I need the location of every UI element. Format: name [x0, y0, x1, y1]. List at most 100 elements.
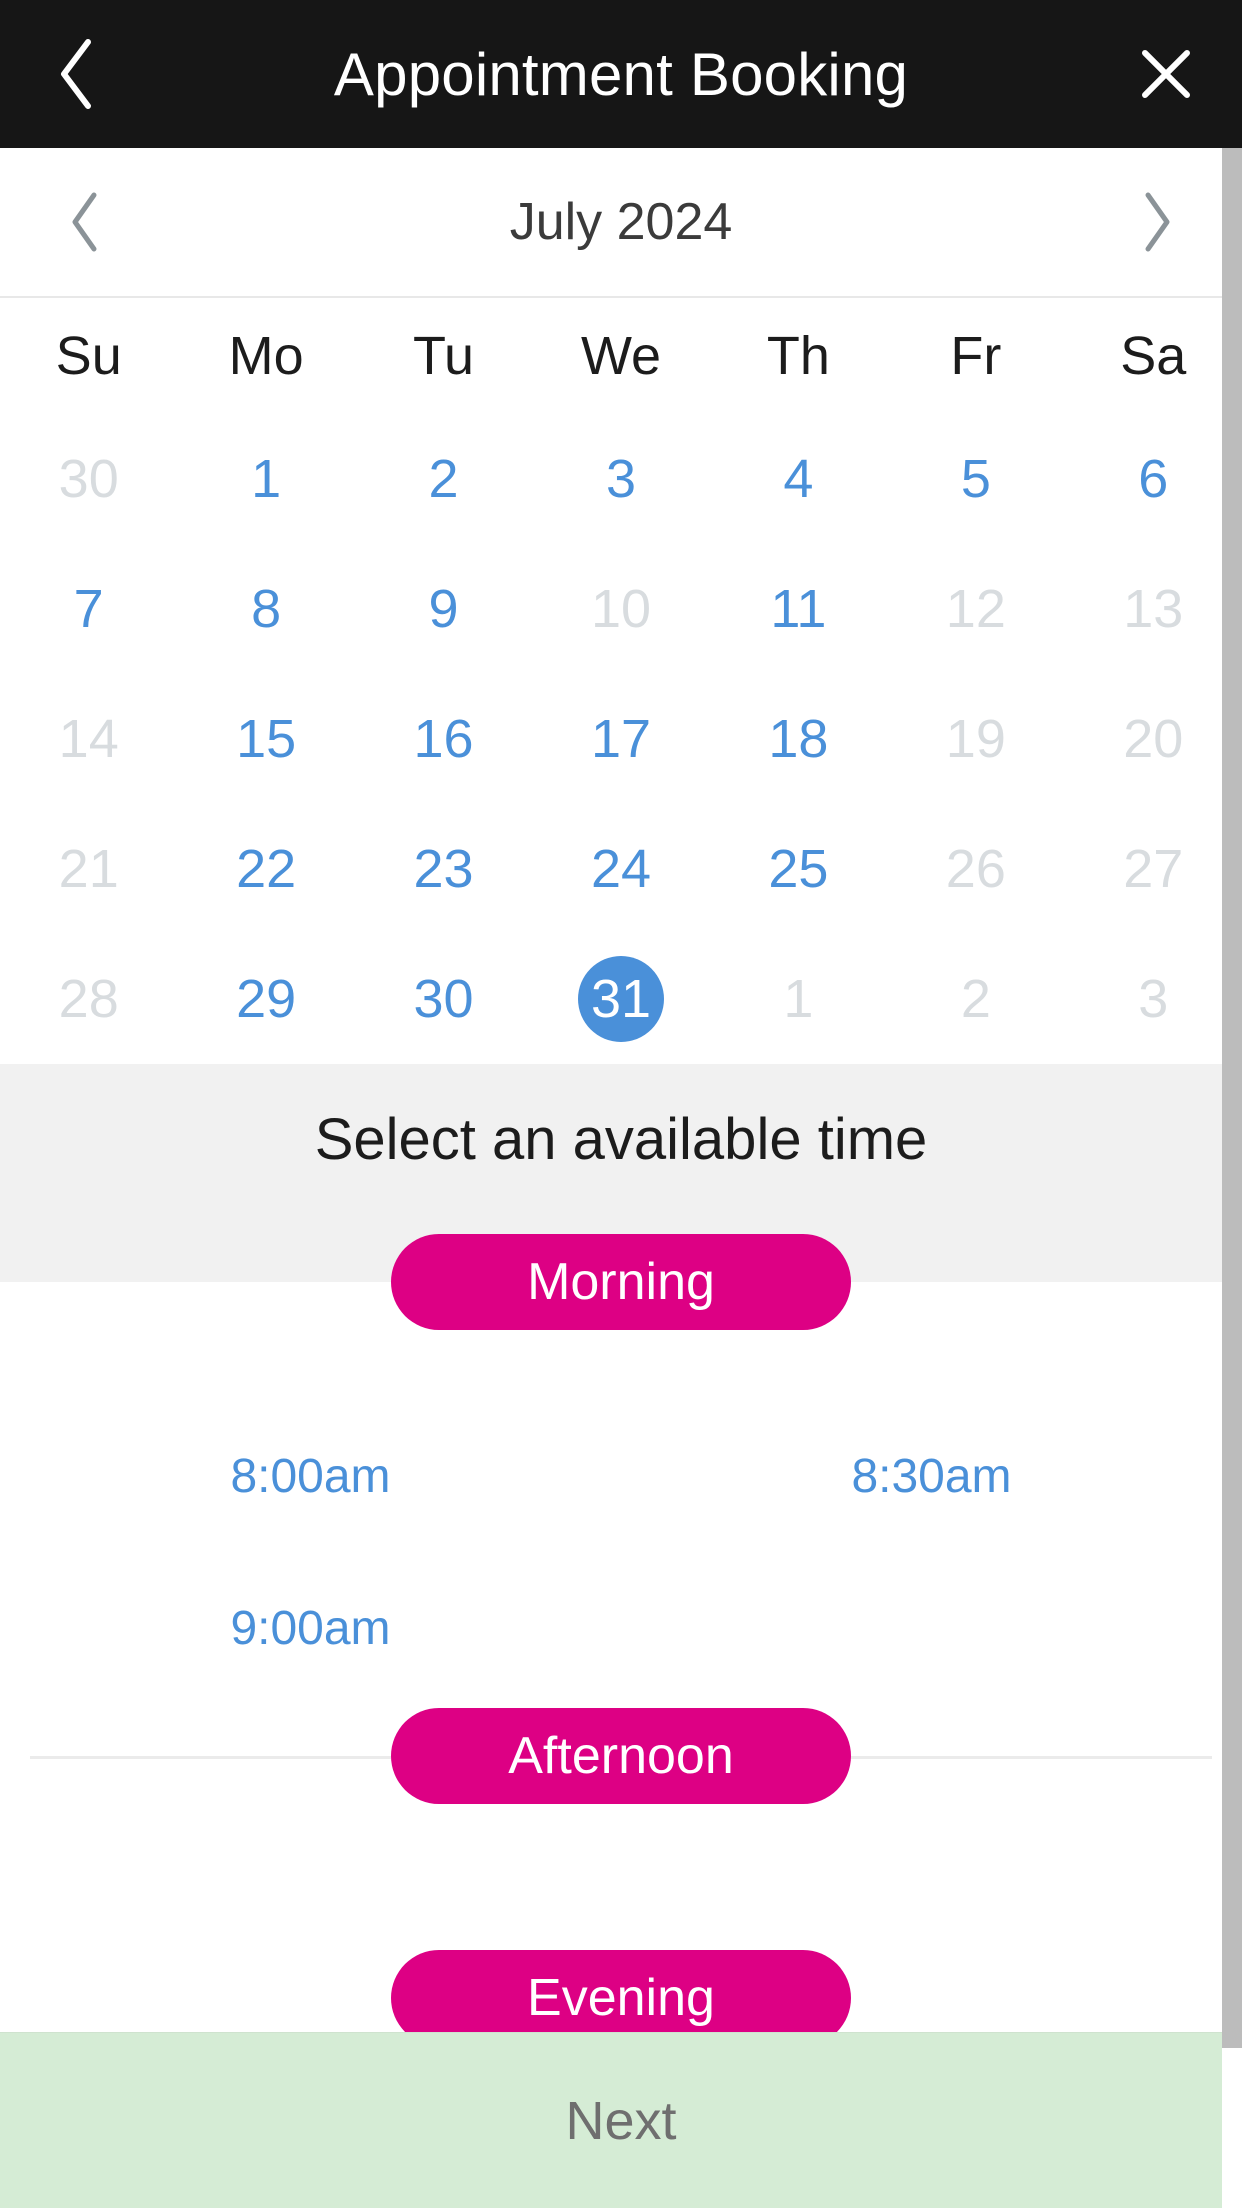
calendar-day-cell[interactable]: 31	[532, 934, 709, 1064]
calendar-day-cell[interactable]: 23	[355, 804, 532, 934]
calendar-day-cell: 21	[0, 804, 177, 934]
calendar-day-number: 21	[58, 839, 119, 899]
calendar-day-cell[interactable]: 3	[532, 414, 709, 544]
calendar-day-cell[interactable]: 15	[177, 674, 354, 804]
calendar-day-cell[interactable]: 8	[177, 544, 354, 674]
next-month-button[interactable]	[1112, 172, 1202, 272]
calendar-day-number: 15	[236, 709, 297, 769]
weekday-header: Mo	[228, 326, 304, 386]
calendar-day-cell[interactable]: 11	[710, 544, 887, 674]
vertical-scrollbar[interactable]	[1222, 148, 1242, 2208]
time-slot-empty	[621, 1552, 1242, 1704]
time-slot-button[interactable]: 8:30am	[621, 1400, 1242, 1552]
month-navigation: July 2024	[0, 148, 1242, 296]
calendar-day-cell[interactable]: 9	[355, 544, 532, 674]
weekday-header-row: Su Mo Tu We Th Fr Sa	[0, 298, 1242, 414]
weekday-header: Th	[766, 326, 830, 386]
weekday-header: We	[580, 326, 661, 386]
calendar-day-number: 31	[577, 956, 664, 1042]
page-title: Appointment Booking	[333, 40, 909, 108]
calendar-day-number: 1	[251, 449, 282, 509]
calendar-day-cell[interactable]: 4	[710, 414, 887, 544]
calendar-week-row: 28 29 30 31 1 2 3	[0, 934, 1242, 1064]
morning-group: Morning 8:00am 8:30am 9:00am	[0, 1234, 1242, 1720]
calendar-day-number: 24	[590, 839, 652, 899]
chevron-right-icon	[1139, 190, 1175, 254]
afternoon-group-pill[interactable]: Afternoon	[391, 1708, 851, 1804]
calendar-day-number: 2	[960, 969, 991, 1029]
calendar-day-number: 28	[58, 969, 119, 1029]
weekday-header: Fr	[950, 326, 1002, 386]
calendar-day-cell[interactable]: 1	[177, 414, 354, 544]
calendar-day-number: 22	[236, 839, 297, 899]
calendar-day-number: 1	[783, 969, 814, 1029]
back-button[interactable]	[36, 29, 116, 119]
calendar-day-cell: 30	[0, 414, 177, 544]
time-slot-button[interactable]: 9:00am	[0, 1552, 621, 1704]
calendar-day-cell: 10	[532, 544, 709, 674]
next-button-label: Next	[565, 2090, 677, 2151]
calendar-day-cell: 28	[0, 934, 177, 1064]
calendar-day-cell[interactable]: 24	[532, 804, 709, 934]
calendar-week-row: 30 1 2 3 4 5 6	[0, 414, 1242, 544]
time-slots-region: Morning 8:00am 8:30am 9:00am Afternoon E…	[0, 1234, 1242, 2048]
calendar-day-number: 20	[1123, 709, 1184, 769]
calendar-day-number: 3	[1138, 969, 1169, 1029]
calendar-day-cell[interactable]: 2	[355, 414, 532, 544]
calendar-day-number: 6	[1138, 449, 1169, 509]
calendar-day-number: 12	[945, 579, 1006, 639]
calendar-day-cell[interactable]: 16	[355, 674, 532, 804]
time-slot-button[interactable]: 8:00am	[0, 1400, 621, 1552]
calendar-week-row: 7 8 9 10 11 12 13	[0, 544, 1242, 674]
evening-group: Evening	[0, 1868, 1242, 2048]
calendar-day-cell[interactable]: 5	[887, 414, 1064, 544]
calendar-day-cell: 27	[1065, 804, 1242, 934]
calendar-day-cell[interactable]: 18	[710, 674, 887, 804]
calendar-day-number: 7	[73, 579, 104, 639]
close-button[interactable]	[1126, 29, 1206, 119]
calendar-day-cell: 12	[887, 544, 1064, 674]
calendar-day-number: 8	[251, 579, 282, 639]
calendar-day-cell: 3	[1065, 934, 1242, 1064]
calendar-day-number: 3	[605, 449, 636, 509]
calendar-day-cell[interactable]: 6	[1065, 414, 1242, 544]
app-header: Appointment Booking	[0, 0, 1242, 148]
calendar-day-number: 9	[428, 579, 459, 639]
next-button[interactable]: Next	[0, 2032, 1242, 2208]
calendar-day-cell: 20	[1065, 674, 1242, 804]
appointment-booking-screen: Appointment Booking July 2024 Su Mo Tu W…	[0, 0, 1242, 2208]
calendar-day-cell[interactable]: 22	[177, 804, 354, 934]
calendar-day-cell[interactable]: 25	[710, 804, 887, 934]
calendar-day-number: 26	[945, 839, 1006, 899]
calendar-day-number: 16	[413, 709, 474, 769]
calendar-day-number: 4	[783, 449, 814, 509]
weekday-header: Su	[55, 326, 122, 386]
calendar-day-cell[interactable]: 30	[355, 934, 532, 1064]
scrollbar-thumb[interactable]	[1222, 148, 1242, 2048]
morning-slot-grid: 8:00am 8:30am 9:00am	[0, 1282, 1242, 1704]
chevron-left-icon	[54, 36, 98, 112]
calendar-week-row: 14 15 16 17 18 19 20	[0, 674, 1242, 804]
calendar-day-number: 10	[590, 579, 652, 639]
calendar-day-cell[interactable]: 7	[0, 544, 177, 674]
calendar-day-number: 17	[590, 709, 652, 769]
calendar-day-number: 19	[945, 709, 1006, 769]
previous-month-button[interactable]	[40, 172, 130, 272]
weekday-header: Sa	[1120, 326, 1187, 386]
calendar-day-cell[interactable]: 29	[177, 934, 354, 1064]
calendar-week-row: 21 22 23 24 25 26 27	[0, 804, 1242, 934]
calendar-day-number: 5	[960, 449, 991, 509]
calendar-weeks: 30 1 2 3 4 5 6 7 8 9 10 11 12 13 14 15 16 17 18 19 20 21 22 23 2…	[0, 414, 1242, 1064]
calendar-day-number: 30	[58, 449, 119, 509]
month-year-label: July 2024	[509, 193, 733, 251]
calendar-day-cell: 13	[1065, 544, 1242, 674]
scroll-content[interactable]: July 2024 Su Mo Tu We Th Fr Sa 30 1 2 3 …	[0, 148, 1242, 2208]
calendar-day-number: 18	[768, 709, 829, 769]
calendar-day-number: 25	[768, 839, 829, 899]
calendar-day-number: 14	[58, 709, 119, 769]
calendar-day-number: 11	[770, 579, 827, 639]
calendar-day-cell[interactable]: 17	[532, 674, 709, 804]
calendar-day-number: 30	[413, 969, 474, 1029]
afternoon-group: Afternoon	[0, 1708, 1242, 1868]
morning-group-pill[interactable]: Morning	[391, 1234, 851, 1330]
